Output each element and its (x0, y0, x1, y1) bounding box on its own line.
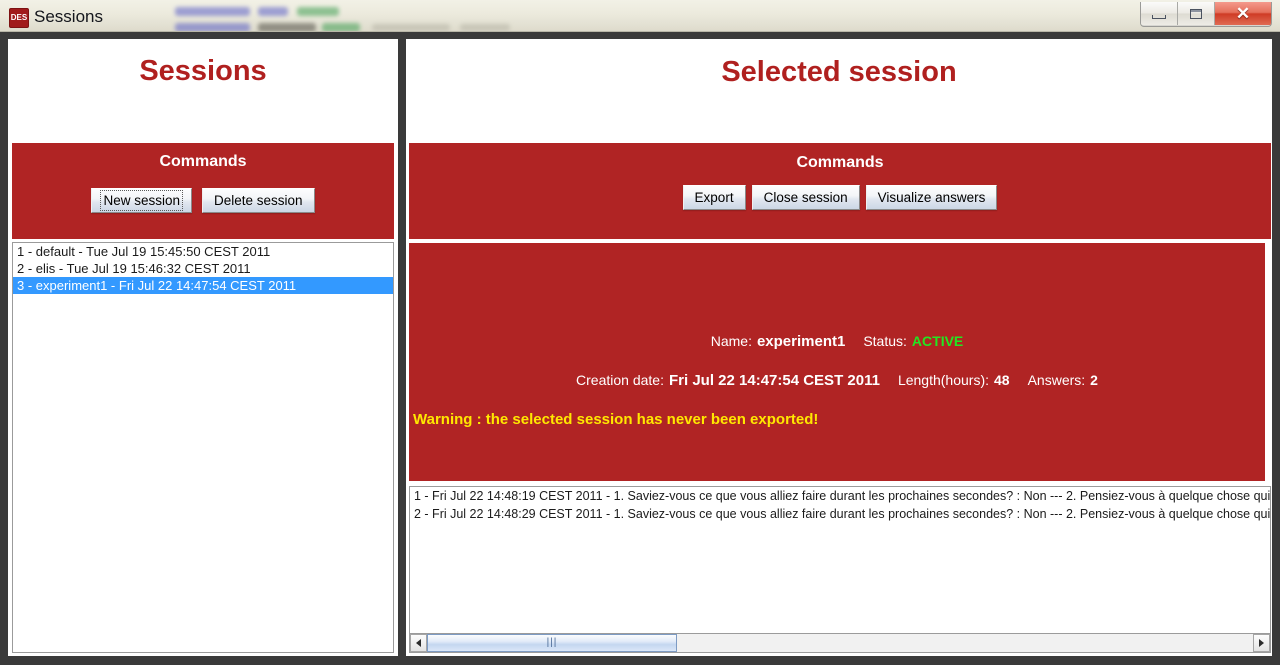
maximize-icon (1190, 8, 1202, 19)
sessions-commands-panel: Commands New session Delete session (12, 143, 394, 239)
desktop-ghost-1 (175, 7, 250, 16)
length-hours-value: 48 (994, 372, 1010, 388)
new-session-button[interactable]: New session (91, 188, 192, 213)
session-details-panel: Name: experiment1 Status: ACTIVE Creation d… (409, 243, 1265, 481)
close-session-button[interactable]: Close session (751, 185, 860, 210)
title-bar: DES Sessions ✕ (0, 0, 1280, 32)
scrollbar-track[interactable]: ||| (427, 634, 1253, 652)
window-title: Sessions (34, 7, 103, 26)
session-detail-row-meta: Creation date: Fri Jul 22 14:47:54 CEST 2… (409, 372, 1265, 389)
sessions-commands-heading: Commands (159, 153, 247, 170)
list-item[interactable]: 1 - default - Tue Jul 19 15:45:50 CEST 2… (13, 243, 393, 260)
answers-count-label: Answers: (1027, 372, 1086, 388)
status-label: Status: (863, 333, 907, 349)
close-icon: ✕ (1235, 4, 1251, 23)
status-badge: ACTIVE (911, 333, 964, 349)
scroll-right-button[interactable] (1253, 634, 1270, 652)
session-list[interactable]: 1 - default - Tue Jul 19 15:45:50 CEST 2… (12, 242, 394, 653)
scrollbar-grip-icon: ||| (546, 637, 558, 648)
minimize-button[interactable] (1141, 2, 1178, 25)
name-value: experiment1 (756, 333, 846, 350)
list-item[interactable]: 1 - Fri Jul 22 14:48:19 CEST 2011 - 1. S… (410, 487, 1270, 505)
desktop-ghost-2 (258, 7, 288, 16)
name-label: Name: (710, 333, 752, 349)
close-button[interactable]: ✕ (1215, 2, 1271, 25)
maximize-button[interactable] (1178, 2, 1215, 25)
desktop-ghost-5 (258, 23, 316, 31)
selected-session-pane: Selected session Commands Export Close s… (404, 37, 1274, 658)
scrollbar-thumb[interactable]: ||| (427, 634, 677, 652)
session-detail-row-identity: Name: experiment1 Status: ACTIVE (409, 333, 1265, 350)
session-commands-panel: Commands Export Close session Visualize … (409, 143, 1271, 239)
answers-count-value: 2 (1090, 372, 1098, 388)
creation-date-label: Creation date: (576, 372, 664, 388)
delete-session-button[interactable]: Delete session (201, 188, 315, 213)
scroll-left-arrow-icon (416, 639, 421, 647)
desktop-ghost-6 (322, 23, 360, 31)
sessions-pane-title: Sessions (139, 55, 267, 87)
sessions-pane: Sessions Commands New session Delete ses… (6, 37, 400, 658)
selected-session-pane-title: Selected session (721, 56, 957, 88)
new-session-button-label: New session (100, 190, 183, 211)
desktop-ghost-4 (175, 23, 250, 31)
sessions-commands-row: New session Delete session (12, 188, 394, 213)
session-commands-heading: Commands (796, 154, 884, 171)
client-area: Sessions Commands New session Delete ses… (0, 32, 1280, 665)
list-item[interactable]: 2 - Fri Jul 22 14:48:29 CEST 2011 - 1. S… (410, 505, 1270, 523)
app-icon: DES (9, 8, 29, 28)
split-pane: Sessions Commands New session Delete ses… (6, 37, 1274, 658)
answers-horizontal-scrollbar[interactable]: ||| (409, 633, 1271, 653)
desktop-ghost-8 (460, 24, 510, 31)
scroll-right-arrow-icon (1259, 639, 1264, 647)
answers-list[interactable]: 1 - Fri Jul 22 14:48:19 CEST 2011 - 1. S… (409, 486, 1271, 648)
window-controls: ✕ (1140, 2, 1272, 27)
length-hours-label: Length(hours): (897, 372, 989, 388)
visualize-answers-button[interactable]: Visualize answers (865, 185, 998, 210)
export-warning-message: Warning : the selected session has never… (413, 411, 819, 428)
application-window: DES Sessions ✕ Sessions Commands New ses… (0, 0, 1280, 665)
creation-date-value: Fri Jul 22 14:47:54 CEST 2011 (668, 372, 880, 389)
list-item[interactable]: 3 - experiment1 - Fri Jul 22 14:47:54 CE… (13, 277, 393, 294)
session-commands-row: Export Close session Visualize answers (409, 185, 1271, 210)
desktop-ghost-7 (372, 24, 450, 31)
export-button[interactable]: Export (682, 185, 746, 210)
minimize-icon (1152, 14, 1166, 19)
list-item[interactable]: 2 - elis - Tue Jul 19 15:46:32 CEST 2011 (13, 260, 393, 277)
scroll-left-button[interactable] (410, 634, 427, 652)
desktop-ghost-3 (297, 7, 339, 16)
